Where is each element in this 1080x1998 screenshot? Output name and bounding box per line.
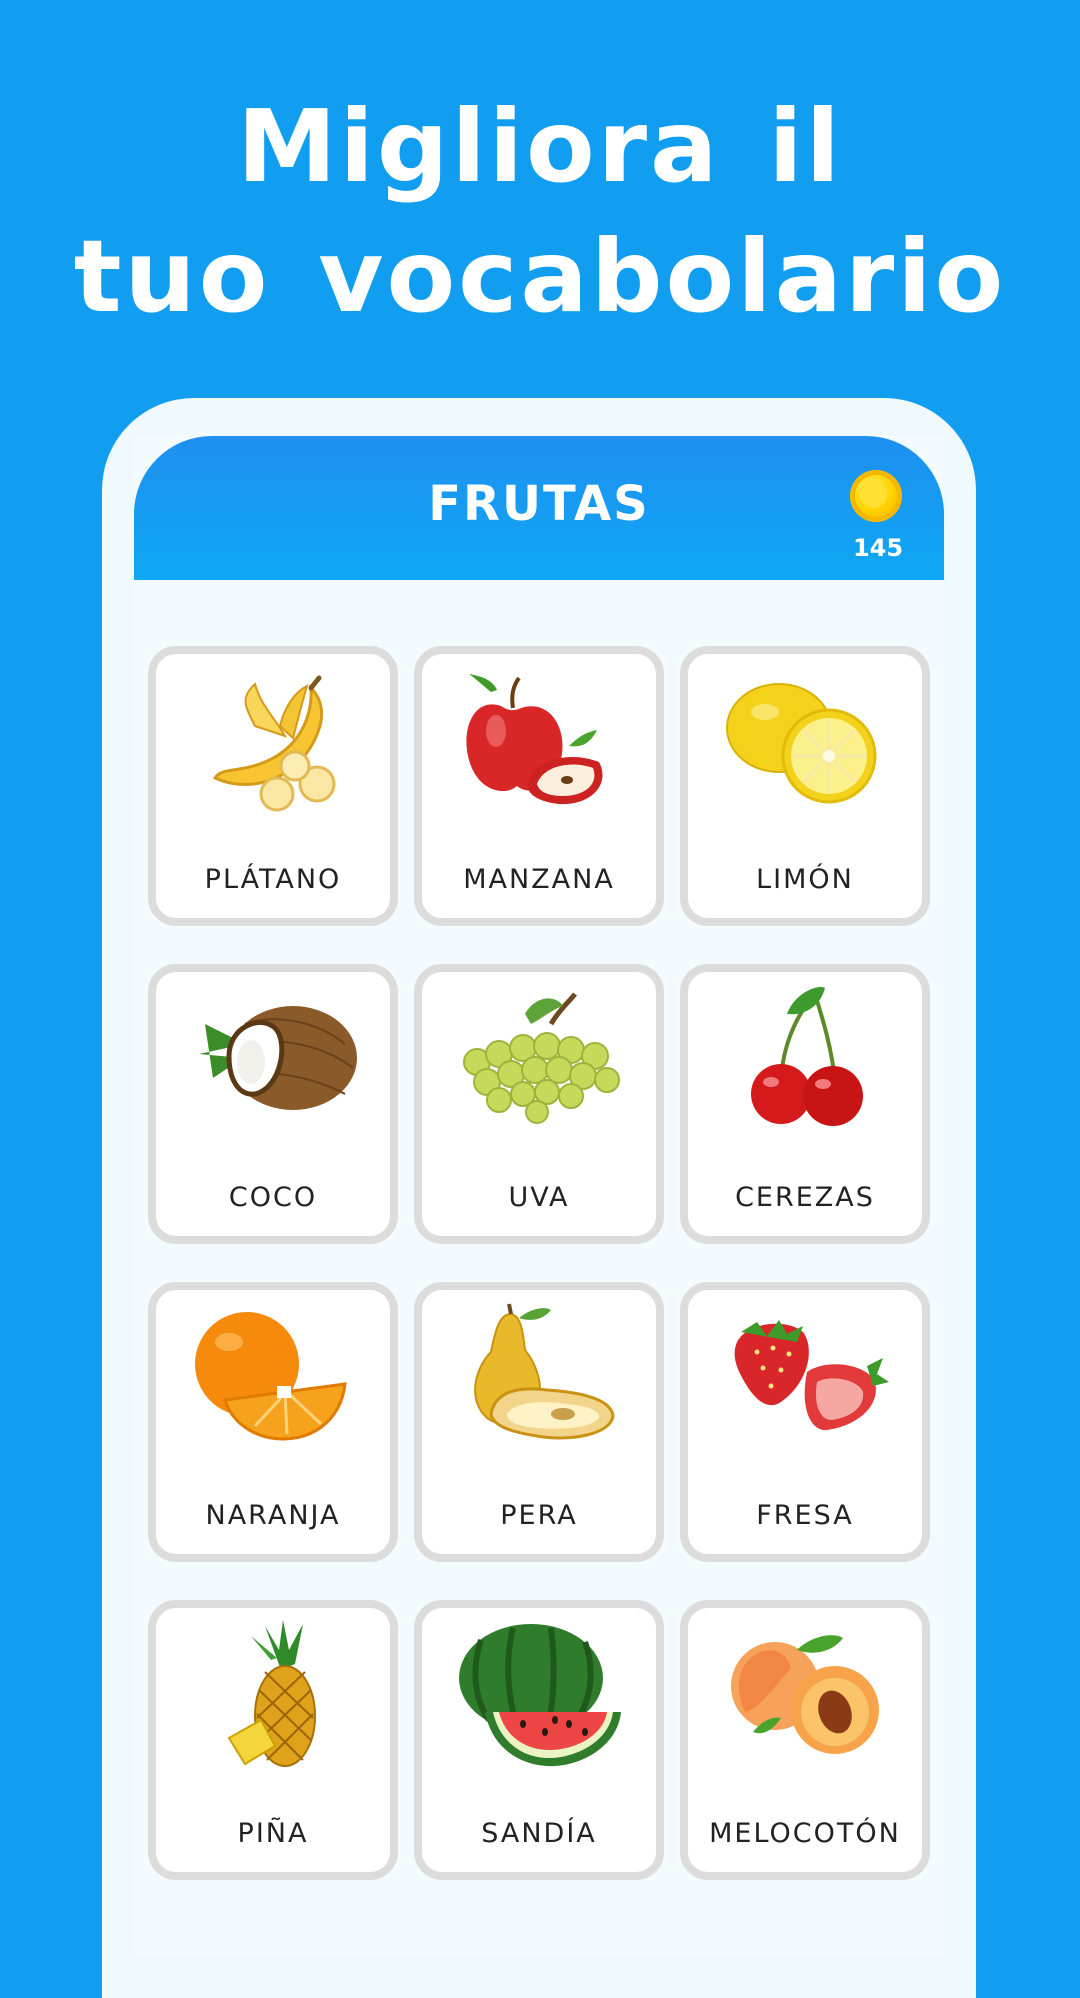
coin-count: 145 bbox=[852, 534, 904, 562]
category-title: FRUTAS bbox=[428, 476, 650, 532]
card-label: PIÑA bbox=[237, 1818, 309, 1849]
card-cerezas[interactable]: CEREZAS bbox=[680, 964, 930, 1244]
strawberry-icon bbox=[734, 1320, 889, 1431]
banana-icon bbox=[212, 675, 336, 812]
card-pina[interactable]: PIÑA bbox=[148, 1600, 398, 1880]
card-naranja[interactable]: NARANJA bbox=[148, 1282, 398, 1562]
apple-icon bbox=[466, 674, 603, 805]
card-fresa[interactable]: FRESA bbox=[680, 1282, 930, 1562]
card-sandia[interactable]: SANDÍA bbox=[414, 1600, 664, 1880]
promo-line-2: tuo vocabolario bbox=[73, 218, 1007, 335]
lemon-icon bbox=[726, 683, 877, 804]
card-coco[interactable]: COCO bbox=[148, 964, 398, 1244]
card-pera[interactable]: PERA bbox=[414, 1282, 664, 1562]
watermelon-icon bbox=[459, 1624, 621, 1767]
coin-icon[interactable] bbox=[850, 470, 902, 522]
card-uva[interactable]: UVA bbox=[414, 964, 664, 1244]
card-label: MELOCOTÓN bbox=[709, 1818, 901, 1849]
coconut-icon bbox=[199, 1006, 357, 1110]
fruit-grid: PLÁTANO MANZANA LIMÓN COCO UVA CEREZAS N… bbox=[148, 646, 932, 1880]
card-label: SANDÍA bbox=[481, 1818, 597, 1849]
card-label: COCO bbox=[228, 1182, 318, 1213]
card-label: MANZANA bbox=[463, 864, 615, 895]
peach-icon bbox=[731, 1635, 879, 1754]
card-platano[interactable]: PLÁTANO bbox=[148, 646, 398, 926]
card-limon[interactable]: LIMÓN bbox=[680, 646, 930, 926]
promo-line-1: Migliora il bbox=[237, 88, 843, 205]
card-label: FRESA bbox=[756, 1500, 854, 1531]
cherries-icon bbox=[751, 987, 863, 1126]
card-melocoton[interactable]: MELOCOTÓN bbox=[680, 1600, 930, 1880]
orange-icon bbox=[195, 1312, 347, 1441]
card-manzana[interactable]: MANZANA bbox=[414, 646, 664, 926]
card-label: UVA bbox=[508, 1182, 570, 1213]
grapes-icon bbox=[463, 992, 620, 1124]
card-label: PLÁTANO bbox=[204, 864, 342, 895]
card-label: NARANJA bbox=[205, 1500, 341, 1531]
pineapple-icon bbox=[227, 1620, 316, 1767]
app-header: FRUTAS 145 bbox=[134, 436, 944, 580]
card-label: PERA bbox=[500, 1500, 578, 1531]
card-label: LIMÓN bbox=[756, 864, 854, 895]
promo-headline: Migliora il tuo vocabolario bbox=[0, 82, 1080, 342]
pear-icon bbox=[474, 1303, 615, 1440]
card-label: CEREZAS bbox=[735, 1182, 875, 1213]
